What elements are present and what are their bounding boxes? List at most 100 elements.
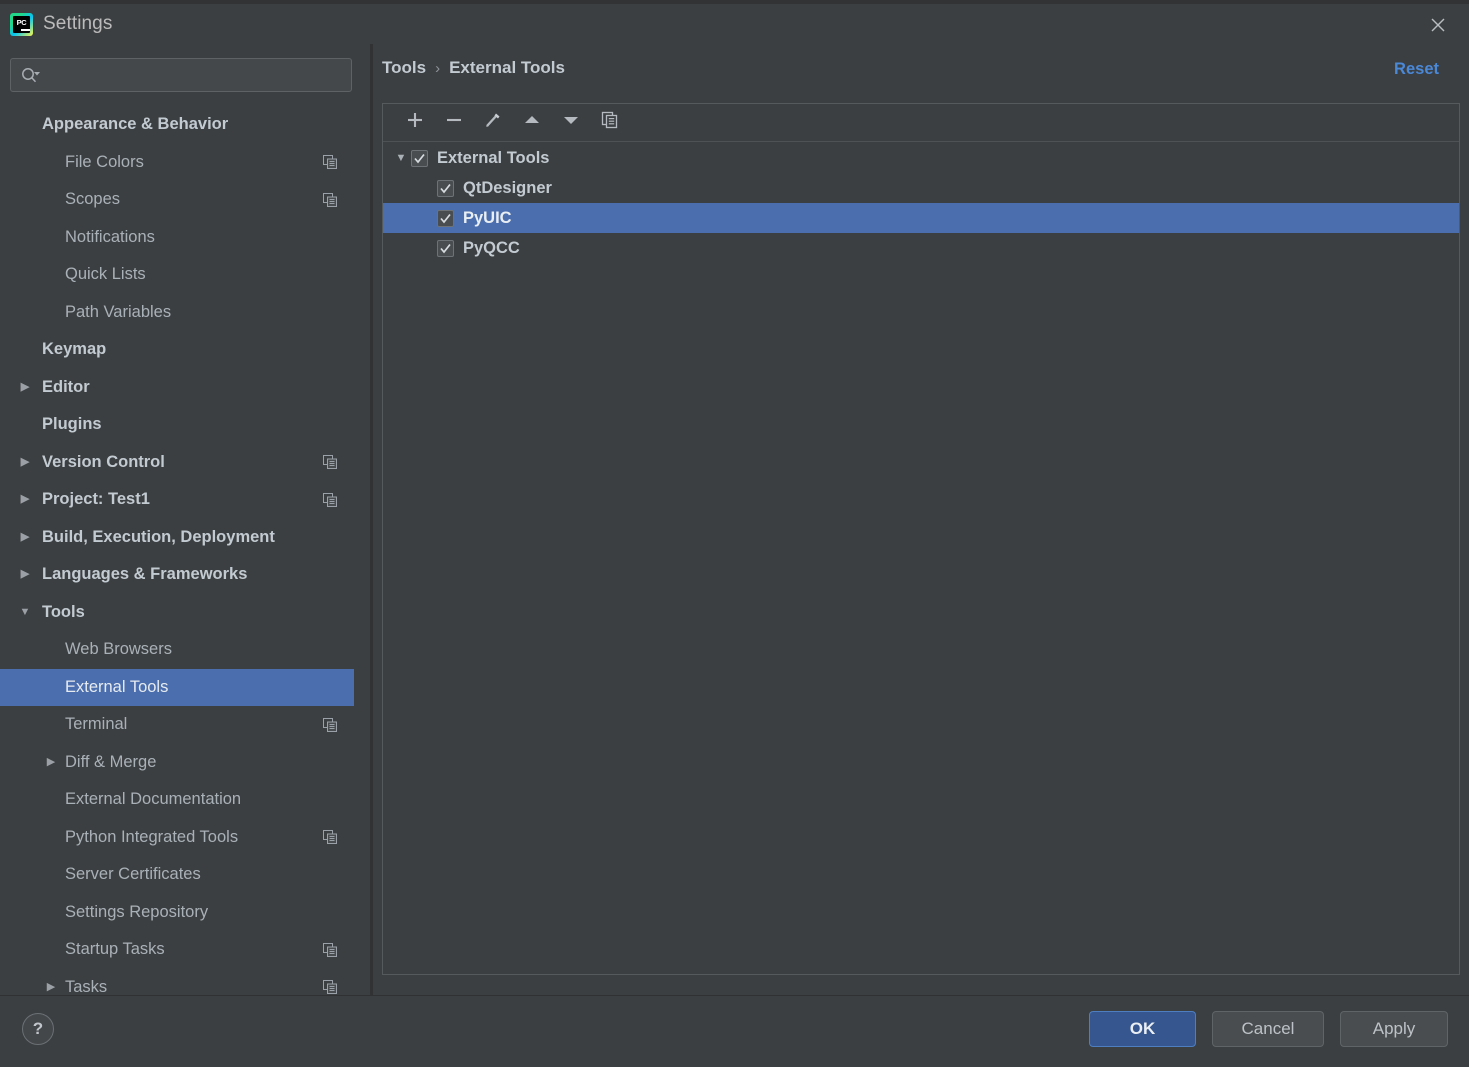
sidebar-scrollbar-track[interactable]	[354, 44, 717, 1036]
external-tools-toolbar	[383, 104, 1459, 142]
tree-item-label: External Tools	[437, 148, 550, 167]
pycharm-logo-bar	[21, 29, 30, 31]
window-top-strip	[0, 0, 1469, 4]
search-box-wrapper	[10, 58, 352, 92]
tree-item-checkbox[interactable]	[411, 149, 428, 167]
sidebar-item-tools[interactable]: ▼ Tools	[0, 594, 363, 632]
sidebar-item-languages-frameworks[interactable]: ▶ Languages & Frameworks	[0, 556, 363, 594]
tree-item-checkbox[interactable]	[437, 209, 454, 227]
sidebar-item-terminal[interactable]: Terminal	[0, 706, 363, 744]
sidebar-item-diff-merge[interactable]: ▶ Diff & Merge	[0, 744, 363, 782]
copy-settings-icon[interactable]	[323, 492, 337, 507]
chevron-down-icon[interactable]: ▼	[393, 150, 409, 166]
sidebar-item-label: Editor	[42, 377, 90, 396]
sidebar-item-path-variables[interactable]: Path Variables	[0, 294, 363, 332]
title-bar: PC Settings	[0, 0, 1469, 44]
sidebar-item-notifications[interactable]: Notifications	[0, 219, 363, 257]
sidebar-item-label: External Documentation	[65, 790, 242, 809]
settings-sidebar: Appearance & Behavior File Colors Scopes No…	[0, 44, 363, 995]
move-down-button[interactable]	[551, 108, 590, 138]
breadcrumb: Tools › External Tools	[382, 58, 565, 78]
sidebar-item-build-execution-deployment[interactable]: ▶ Build, Execution, Deployment	[0, 519, 363, 557]
sidebar-item-label: Server Certificates	[65, 865, 201, 884]
pycharm-logo-icon: PC	[10, 13, 33, 36]
copy-settings-icon[interactable]	[323, 155, 337, 170]
search-icon	[20, 66, 42, 84]
sidebar-item-label: Quick Lists	[65, 265, 146, 284]
chevron-right-icon[interactable]: ▶	[18, 530, 32, 544]
external-tools-tree: ▼ External Tools QtDesigner PyUIC PyQCC	[383, 143, 1459, 974]
sidebar-item-keymap[interactable]: Keymap	[0, 331, 363, 369]
tree-item-checkbox[interactable]	[437, 239, 454, 257]
pencil-icon	[482, 109, 504, 136]
sidebar-item-label: Plugins	[42, 415, 102, 434]
chevron-right-icon[interactable]: ▶	[18, 380, 32, 394]
move-up-button[interactable]	[512, 108, 551, 138]
breadcrumb-parent[interactable]: Tools	[382, 58, 426, 78]
search-box[interactable]	[10, 58, 352, 92]
reset-link[interactable]: Reset	[1394, 60, 1439, 79]
chevron-down-icon[interactable]: ▼	[18, 605, 32, 619]
sidebar-item-python-integrated-tools[interactable]: Python Integrated Tools	[0, 819, 363, 857]
sidebar-item-server-certificates[interactable]: Server Certificates	[0, 856, 363, 894]
sidebar-item-project-test1[interactable]: ▶ Project: Test1	[0, 481, 363, 519]
copy-settings-icon[interactable]	[323, 942, 337, 957]
sidebar-item-label: Project: Test1	[42, 490, 150, 509]
sidebar-item-label: Tasks	[65, 977, 108, 995]
sidebar-item-quick-lists[interactable]: Quick Lists	[0, 256, 363, 294]
external-tools-panel: ▼ External Tools QtDesigner PyUIC PyQCC	[382, 103, 1460, 975]
main-panel: Tools › External Tools Reset ▼ External T…	[373, 44, 1469, 995]
tree-row[interactable]: PyUIC	[383, 203, 1459, 233]
copy-settings-icon[interactable]	[323, 192, 337, 207]
tree-item-checkbox[interactable]	[437, 179, 454, 197]
sidebar-item-external-documentation[interactable]: External Documentation	[0, 781, 363, 819]
window-title: Settings	[43, 13, 113, 34]
cancel-button[interactable]: Cancel	[1212, 1011, 1324, 1047]
chevron-right-icon[interactable]: ▶	[44, 755, 58, 769]
dialog-footer: ? OK Cancel Apply	[0, 995, 1469, 1067]
copy-settings-icon[interactable]	[323, 455, 337, 470]
copy-button[interactable]	[590, 108, 629, 138]
copy-settings-icon[interactable]	[323, 717, 337, 732]
copy-settings-icon[interactable]	[323, 980, 337, 995]
tree-row[interactable]: PyQCC	[383, 233, 1459, 263]
chevron-right-icon[interactable]: ▶	[18, 493, 32, 507]
ok-button[interactable]: OK	[1089, 1011, 1196, 1047]
sidebar-item-startup-tasks[interactable]: Startup Tasks	[0, 931, 363, 969]
sidebar-item-label: Scopes	[65, 190, 121, 209]
sidebar-item-label: Terminal	[65, 715, 128, 734]
sidebar-item-label: Version Control	[42, 452, 165, 471]
remove-button[interactable]	[434, 108, 473, 138]
breadcrumb-separator-icon: ›	[435, 59, 441, 77]
copy-settings-icon[interactable]	[323, 830, 337, 845]
tree-row[interactable]: QtDesigner	[383, 173, 1459, 203]
tree-row[interactable]: ▼ External Tools	[383, 143, 1459, 173]
sidebar-item-plugins[interactable]: Plugins	[0, 406, 363, 444]
sidebar-item-version-control[interactable]: ▶ Version Control	[0, 444, 363, 482]
sidebar-item-tasks[interactable]: ▶ Tasks	[0, 969, 363, 995]
chevron-right-icon[interactable]: ▶	[18, 568, 32, 582]
copy-icon	[600, 110, 620, 135]
sidebar-item-web-browsers[interactable]: Web Browsers	[0, 631, 363, 669]
sidebar-item-appearance-behavior[interactable]: Appearance & Behavior	[0, 106, 363, 144]
arrow-up-icon	[521, 109, 543, 136]
sidebar-item-file-colors[interactable]: File Colors	[0, 144, 363, 182]
chevron-right-icon[interactable]: ▶	[44, 980, 58, 994]
chevron-right-icon[interactable]: ▶	[18, 455, 32, 469]
edit-button[interactable]	[473, 108, 512, 138]
sidebar-item-external-tools[interactable]: External Tools	[0, 668, 363, 706]
add-button[interactable]	[395, 108, 434, 138]
sidebar-item-settings-repository[interactable]: Settings Repository	[0, 894, 363, 932]
search-input[interactable]	[42, 59, 351, 91]
sidebar-item-label: Appearance & Behavior	[42, 115, 229, 134]
apply-button[interactable]: Apply	[1340, 1011, 1448, 1047]
help-button[interactable]: ?	[22, 1013, 54, 1045]
sidebar-item-scopes[interactable]: Scopes	[0, 181, 363, 219]
sidebar-item-label: Notifications	[65, 227, 155, 246]
settings-category-list: Appearance & Behavior File Colors Scopes No…	[0, 106, 363, 995]
close-icon[interactable]	[1427, 14, 1449, 36]
sidebar-item-editor[interactable]: ▶ Editor	[0, 369, 363, 407]
